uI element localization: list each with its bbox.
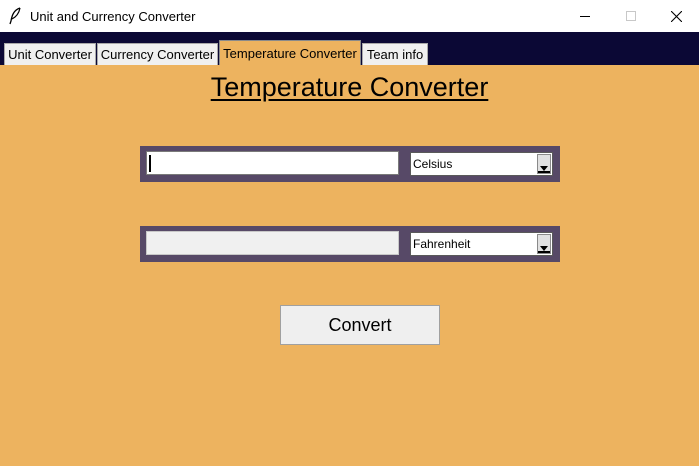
close-icon [670, 10, 682, 22]
temperature-output [146, 231, 399, 255]
input-unit-select[interactable]: Celsius [410, 152, 553, 176]
window-title: Unit and Currency Converter [30, 9, 196, 24]
output-unit-value: Fahrenheit [413, 237, 471, 251]
output-unit-select[interactable]: Fahrenheit [410, 232, 553, 256]
text-cursor [149, 155, 151, 172]
tab-team-info[interactable]: Team info [362, 43, 428, 65]
title-bar: Unit and Currency Converter [0, 0, 699, 32]
close-button[interactable] [653, 0, 699, 32]
tab-bar: Unit Converter Currency Converter Temper… [0, 32, 699, 66]
tab-unit-converter[interactable]: Unit Converter [4, 43, 96, 65]
minimize-button[interactable] [562, 0, 608, 32]
maximize-button[interactable] [608, 0, 654, 32]
output-row: Fahrenheit [140, 226, 560, 262]
temperature-converter-panel: Temperature Converter Celsius Fahrenheit… [0, 65, 699, 466]
input-row: Celsius [140, 146, 560, 182]
input-unit-value: Celsius [413, 157, 453, 171]
page-title: Temperature Converter [210, 72, 489, 102]
tab-temperature-converter[interactable]: Temperature Converter [219, 40, 361, 66]
temperature-input[interactable] [146, 151, 399, 175]
chevron-down-icon[interactable] [537, 154, 551, 174]
chevron-down-icon[interactable] [537, 234, 551, 254]
feather-icon [9, 7, 21, 25]
tab-currency-converter[interactable]: Currency Converter [97, 43, 218, 65]
convert-button[interactable]: Convert [280, 305, 440, 345]
minimize-icon [580, 16, 590, 17]
maximize-icon [626, 11, 636, 21]
